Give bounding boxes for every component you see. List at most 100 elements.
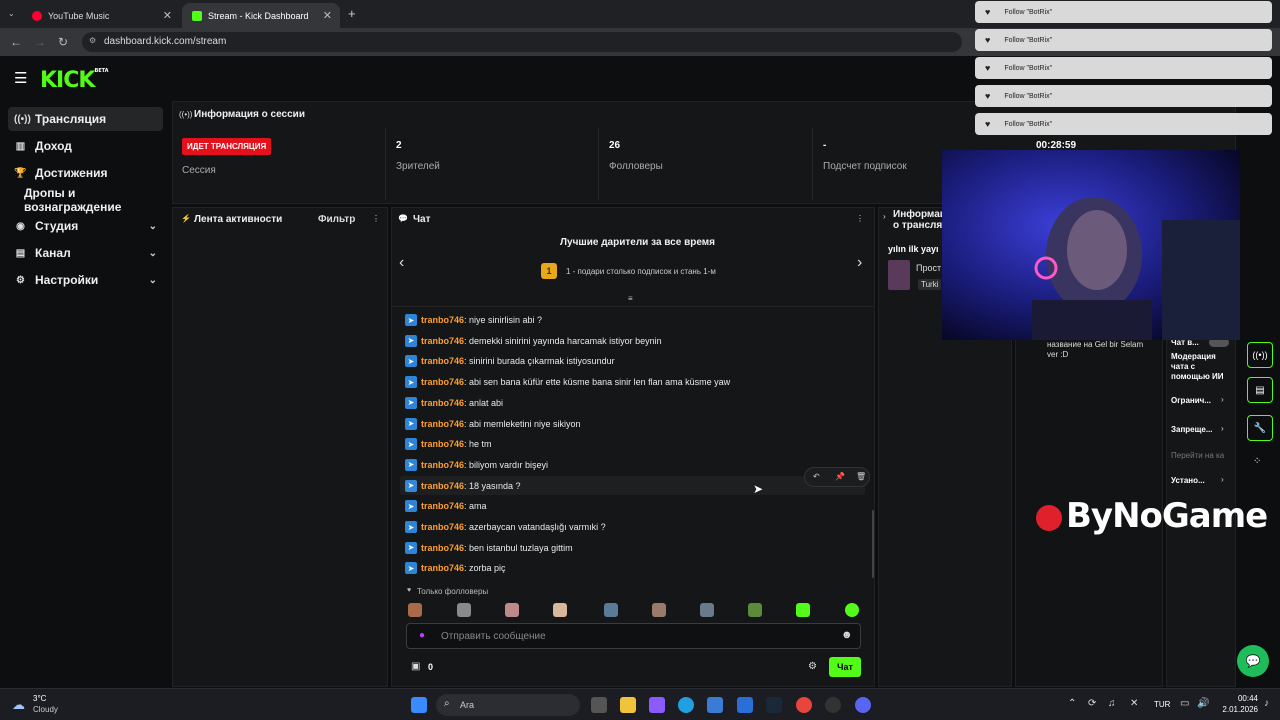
sidebar-item-settings[interactable]: ⚙ Настройки ⌄: [8, 268, 163, 292]
bans-link[interactable]: Запреще...: [1171, 425, 1213, 434]
chat-username[interactable]: tranbo746: [421, 439, 464, 449]
volume-icon[interactable]: 🔊: [1197, 698, 1209, 709]
close-icon[interactable]: ✕: [323, 9, 332, 22]
goto-channel-link[interactable]: Перейти на ка: [1171, 451, 1224, 460]
steam-icon[interactable]: [766, 697, 782, 713]
headset-icon[interactable]: ♫: [1108, 698, 1116, 709]
tab-list-icon[interactable]: ⌄: [8, 9, 15, 18]
chat-message[interactable]: ➤ tranbo746: he tm: [405, 435, 492, 453]
chat-username[interactable]: tranbo746: [421, 377, 464, 387]
emote[interactable]: [748, 603, 762, 617]
url-field[interactable]: ⚙ dashboard.kick.com/stream: [82, 32, 962, 52]
taskbar-search[interactable]: ⌕ Ara: [436, 694, 580, 716]
install-link[interactable]: Устано...: [1171, 476, 1205, 485]
new-tab-icon[interactable]: +: [348, 6, 356, 21]
pinned-toggle-icon[interactable]: ≡: [628, 294, 633, 303]
chat-settings-icon[interactable]: ⚙: [808, 661, 817, 672]
obs-icon[interactable]: [825, 697, 841, 713]
edge-icon[interactable]: [678, 697, 694, 713]
chat-message[interactable]: ➤ tranbo746: abi memleketini niye sikiyon: [405, 415, 581, 433]
chevron-right-icon[interactable]: ›: [883, 212, 886, 221]
store-icon[interactable]: [707, 697, 723, 713]
tab-youtube-music[interactable]: YouTube Music ✕: [22, 3, 180, 28]
emote[interactable]: [457, 603, 471, 617]
forward-icon[interactable]: →: [34, 35, 46, 49]
chat-message[interactable]: ➤ tranbo746: ben istanbul tuzlaya gittim: [405, 539, 573, 557]
wrench-icon[interactable]: 🔧: [1247, 415, 1273, 441]
chat-message[interactable]: ➤ tranbo746: sinirini burada çıkarmak ist…: [405, 352, 615, 370]
sync-icon[interactable]: ⟳: [1088, 698, 1096, 709]
chat-username[interactable]: tranbo746: [421, 336, 464, 346]
chat-message[interactable]: ➤ tranbo746: azerbaycan vatandaşlığı varm…: [405, 518, 606, 536]
filter-button[interactable]: Фильтр: [318, 214, 355, 225]
broadcast-tool-icon[interactable]: ((•)): [1247, 342, 1273, 368]
mic-muted-icon[interactable]: ✕: [1130, 698, 1138, 709]
tab-kick-dashboard[interactable]: Stream - Kick Dashboard ✕: [182, 3, 340, 28]
more-options-icon[interactable]: ⋮: [372, 214, 380, 223]
chat-message[interactable]: ➤ tranbo746: biliyom vardır bişeyi: [405, 456, 548, 474]
clock-time[interactable]: 00:44: [1222, 694, 1258, 703]
task-view-icon[interactable]: [591, 697, 607, 713]
emote[interactable]: [505, 603, 519, 617]
stream-tag[interactable]: Turki: [918, 279, 942, 290]
ai-moderation-label[interactable]: Модерация чата с помощью ИИ: [1171, 352, 1227, 382]
follow-notification[interactable]: ♥ Follow "BotRix": [975, 1, 1272, 23]
site-info-icon[interactable]: ⚙: [89, 36, 96, 45]
chat-scrollbar[interactable]: [872, 510, 874, 578]
emote[interactable]: [553, 603, 567, 617]
close-icon[interactable]: ✕: [163, 9, 172, 22]
back-icon[interactable]: ←: [10, 35, 22, 49]
reload-icon[interactable]: ↻: [58, 35, 68, 49]
chat-input[interactable]: ● Отправить сообщение ☻: [406, 623, 861, 649]
chat-message[interactable]: ➤ tranbo746: niye sinirlisin abi ?: [405, 311, 542, 329]
emote[interactable]: [845, 603, 859, 617]
emote[interactable]: [700, 603, 714, 617]
follow-notification[interactable]: ♥ Follow "BotRix": [975, 57, 1272, 79]
restrictions-link[interactable]: Огранич...: [1171, 396, 1211, 405]
sidebar-item-drops[interactable]: Дропы и вознаграждение: [18, 186, 173, 214]
emote[interactable]: [408, 603, 422, 617]
file-explorer-icon[interactable]: [620, 697, 636, 713]
windows-start-icon[interactable]: [411, 697, 427, 713]
send-chat-button[interactable]: Чат: [829, 657, 861, 677]
layout-tool-icon[interactable]: ▤: [1247, 377, 1273, 403]
chat-message[interactable]: ➤ tranbo746: ama: [405, 497, 487, 515]
network-icon[interactable]: ▭: [1180, 698, 1189, 709]
chat-username[interactable]: tranbo746: [421, 356, 464, 366]
pin-icon[interactable]: 📌: [835, 472, 845, 481]
follow-notification[interactable]: ♥ Follow "BotRix": [975, 29, 1272, 51]
chat-message[interactable]: ➤ tranbo746: demekki sinirini yayında har…: [405, 332, 662, 350]
chevron-up-icon[interactable]: ⌃: [1068, 698, 1076, 709]
microphone-icon[interactable]: ●: [419, 630, 425, 641]
chevron-left-icon[interactable]: ‹: [399, 254, 404, 272]
chat-message[interactable]: ➤ tranbo746: anlat abi: [405, 394, 503, 412]
reply-icon[interactable]: ↶: [813, 472, 820, 481]
chat-username[interactable]: tranbo746: [421, 543, 464, 553]
delete-icon[interactable]: 🗑: [856, 472, 866, 481]
menu-icon[interactable]: ☰: [14, 69, 27, 87]
chat-message[interactable]: ➤ tranbo746: abi sen bana küfür ette küsm…: [405, 373, 730, 391]
apps-icon[interactable]: ⁘: [1253, 456, 1261, 467]
sidebar-item-channel[interactable]: ▤ Канал ⌄: [8, 241, 163, 265]
kick-logo[interactable]: KICKBETA: [40, 68, 109, 93]
follow-notification[interactable]: ♥ Follow "BotRix": [975, 85, 1272, 107]
chat-message[interactable]: ➤ tranbo746: zorba piç: [405, 559, 506, 577]
emoji-icon[interactable]: ☻: [841, 629, 853, 641]
chevron-right-icon[interactable]: ›: [857, 254, 862, 272]
follow-notification[interactable]: ♥ Follow "BotRix": [975, 113, 1272, 135]
sidebar-item-revenue[interactable]: ▥ Доход: [8, 134, 163, 158]
chat-username[interactable]: tranbo746: [421, 398, 464, 408]
mail-icon[interactable]: [737, 697, 753, 713]
chat-username[interactable]: tranbo746: [421, 460, 464, 470]
chrome-icon[interactable]: [796, 697, 812, 713]
emote[interactable]: [604, 603, 618, 617]
weather-temp[interactable]: 3°C: [33, 694, 46, 703]
support-chat-icon[interactable]: 💬: [1237, 645, 1269, 677]
chat-username[interactable]: tranbo746: [421, 419, 464, 429]
copilot-icon[interactable]: [649, 697, 665, 713]
chat-username[interactable]: tranbo746: [421, 563, 464, 573]
chat-username[interactable]: tranbo746: [421, 522, 464, 532]
discord-icon[interactable]: [855, 697, 871, 713]
sidebar-item-achievements[interactable]: 🏆 Достижения: [8, 161, 163, 185]
sidebar-item-studio[interactable]: ◉ Студия ⌄: [8, 214, 163, 238]
